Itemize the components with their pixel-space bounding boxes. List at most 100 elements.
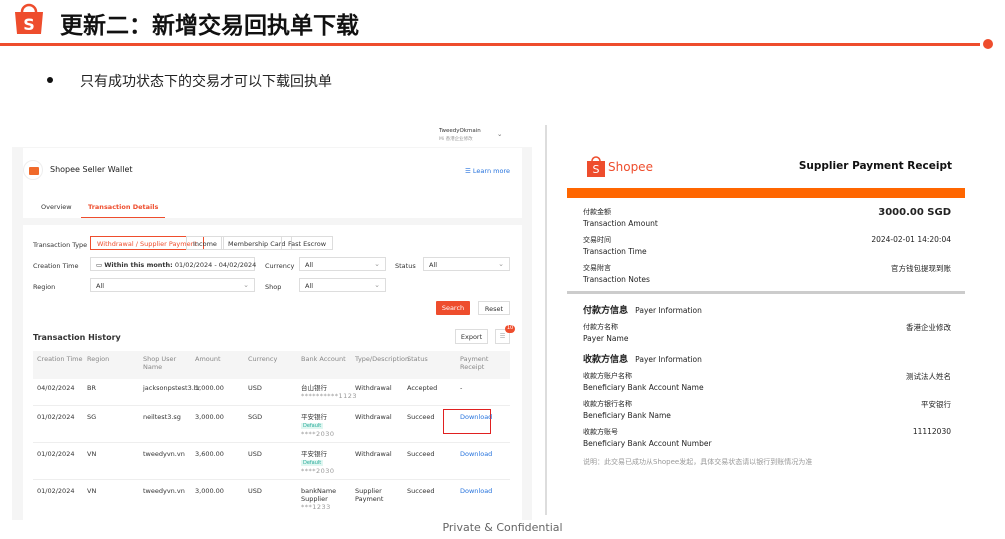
receipt-field-label: 收款方账户名称 Beneficiary Bank Account Name [583, 371, 704, 393]
cell-currency: USD [248, 487, 300, 495]
cell-amount: 1,000.00 [195, 384, 247, 392]
receipt-field-label: 付款方名称 Payer Name [583, 322, 628, 344]
cell-status: Succeed [407, 450, 459, 458]
svg-text:S: S [23, 15, 35, 34]
cell-text: Download [460, 413, 493, 421]
label-cn: 收款方账户名称 [583, 372, 632, 380]
cell-currency: USD [248, 384, 300, 392]
payment-receipt: S Shopee Supplier Payment Receipt 付款方信息 … [545, 125, 985, 515]
receipt-title: Supplier Payment Receipt [798, 160, 952, 172]
tab-overview[interactable]: Overview [41, 203, 72, 211]
chevron-down-icon: ⌄ [498, 260, 504, 268]
calendar-icon: ▭ [96, 261, 105, 269]
cell-text: - [460, 384, 463, 392]
download-link[interactable]: Download [460, 487, 512, 495]
reset-button[interactable]: Reset [478, 301, 510, 315]
download-link: - [460, 384, 512, 392]
receipt-field-label: 付款金额 Transaction Amount [583, 207, 658, 229]
cell-text: BR [87, 384, 96, 392]
status-select[interactable]: All ⌄ [423, 257, 510, 271]
transaction-type-label: Transaction Type [33, 241, 88, 249]
cell-amount: 3,000.00 [195, 487, 247, 495]
app-title: Shopee Seller Wallet [50, 165, 133, 174]
column-header: Bank Account [301, 355, 346, 363]
masked-account: **********1123 [301, 392, 358, 400]
cell-region: BR [87, 384, 139, 392]
default-badge: Default [301, 460, 324, 466]
type-income[interactable]: Income [186, 236, 224, 250]
receipt-field-value: 香港企业修改 [906, 323, 951, 332]
masked-account: ****2030 [301, 467, 335, 475]
user-sub: Mi 香港企业修改 [439, 137, 473, 142]
label-cn: 付款方名称 [583, 323, 618, 331]
tab-transaction-details[interactable]: Transaction Details [81, 203, 166, 218]
cell-text: Withdrawal [355, 413, 392, 421]
download-link[interactable]: Download [460, 450, 512, 458]
cell-text: VN [87, 487, 97, 495]
search-button[interactable]: Search [436, 301, 470, 315]
notification-badge: 10 [505, 325, 515, 333]
region-select[interactable]: All ⌄ [90, 278, 255, 292]
cell-type: Supplier Payment [355, 487, 407, 503]
type-fast-escrow[interactable]: Fast Escrow [281, 236, 334, 250]
shop-label: Shop [265, 283, 282, 291]
creation-time-label: Creation Time [33, 262, 79, 270]
cell-status: Succeed [407, 413, 459, 421]
masked-account: ****2030 [301, 430, 335, 438]
cell-amount: 3,000.00 [195, 413, 247, 421]
cell-status: Accepted [407, 384, 459, 392]
column-header: Payment Receipt [460, 355, 489, 371]
cell-text: USD [248, 487, 262, 495]
label-cn: 收款方账号 [583, 428, 618, 436]
receipt-field-value: 测试法人姓名 [906, 372, 951, 381]
cell-text: 01/02/2024 [37, 450, 75, 458]
row-divider [33, 479, 510, 480]
receipt-field-label: 交易时间 Transaction Time [583, 235, 647, 257]
cell-bank: 平安银行 Default ****2030 [301, 450, 353, 475]
cell-text: SG [87, 413, 97, 421]
cell-text: 台山银行 [301, 384, 327, 392]
wallet-logo-icon [23, 160, 43, 180]
column-header: Region [87, 355, 110, 363]
label-en: Beneficiary Bank Name [583, 411, 671, 420]
menu-icon: ☰ [465, 167, 473, 175]
row-divider [33, 442, 510, 443]
cell-text: 01/02/2024 [37, 487, 75, 495]
divider-dot [983, 39, 993, 49]
chevron-down-icon: ⌄ [374, 260, 380, 268]
user-name[interactable]: TweedyOkmain [439, 128, 481, 134]
svg-text:S: S [593, 163, 600, 176]
receipt-field-label: 收款方银行名称 Beneficiary Bank Name [583, 399, 671, 421]
column-header: Type/Description [355, 355, 410, 363]
cell-text: bankName Supplier [301, 487, 337, 503]
label-cn: 交易附言 [583, 264, 611, 272]
cell-shop: neiltest3.sg [143, 413, 195, 421]
bullet-dot [47, 77, 53, 83]
receipt-orange-bar [567, 188, 965, 198]
cell-region: VN [87, 487, 139, 495]
cell-text: tweedyvn.vn [143, 487, 185, 495]
currency-label: Currency [265, 262, 295, 270]
label-en: Transaction Time [583, 247, 647, 256]
bullet-text: 只有成功状态下的交易才可以下载回执单 [80, 74, 332, 90]
receipt-field-label: 交易附言 Transaction Notes [583, 263, 650, 285]
currency-select[interactable]: All ⌄ [299, 257, 386, 271]
label-cn: 交易时间 [583, 236, 611, 244]
export-button[interactable]: Export [455, 329, 488, 344]
cell-region: VN [87, 450, 139, 458]
learn-more-link[interactable]: ☰ Learn more [465, 167, 510, 175]
cell-text: jacksonpstest3.br [143, 384, 201, 392]
column-header: Status [407, 355, 428, 363]
download-link[interactable]: Download [460, 413, 512, 421]
receipt-field-value: 3000.00 SGD [878, 207, 951, 218]
chevron-down-icon[interactable]: ⌄ [497, 130, 502, 138]
cell-text: 1,000.00 [195, 384, 224, 392]
label-cn: 付款金额 [583, 208, 611, 216]
cell-text: 平安银行 [301, 450, 327, 458]
creation-time-picker[interactable]: ▭ Within this month: 01/02/2024 - 04/02/… [90, 257, 256, 271]
shop-select[interactable]: All ⌄ [299, 278, 386, 292]
cell-text: Succeed [407, 450, 435, 458]
cell-currency: SGD [248, 413, 300, 421]
cell-currency: USD [248, 450, 300, 458]
cell-bank: 台山银行 **********1123 [301, 384, 358, 400]
